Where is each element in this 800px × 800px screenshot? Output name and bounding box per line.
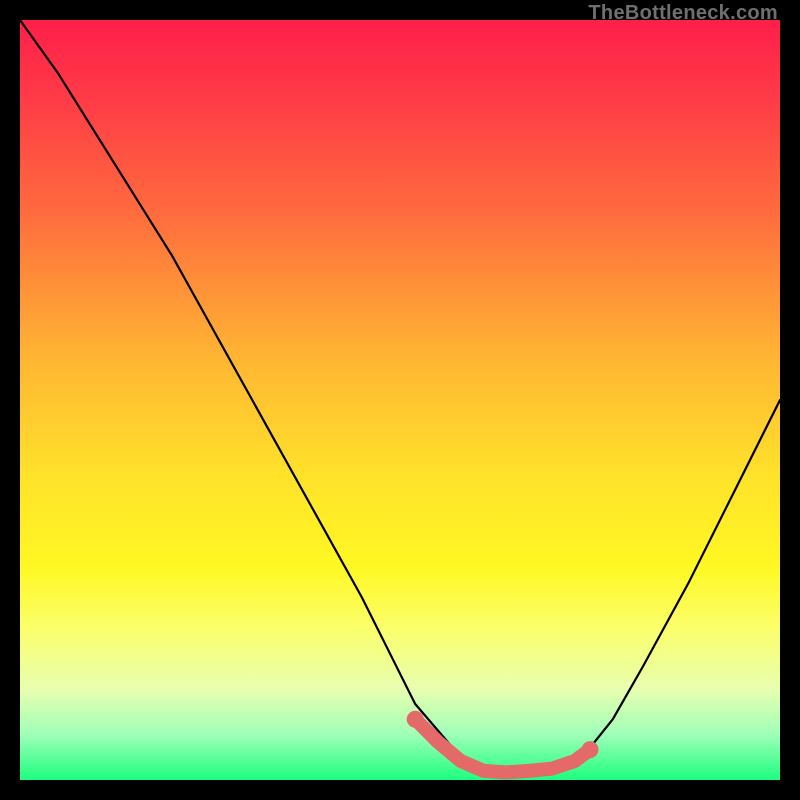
highlight-endpoint xyxy=(407,711,423,727)
highlight-path xyxy=(415,719,590,772)
chart-svg xyxy=(20,20,780,780)
plot-area xyxy=(20,20,780,780)
highlight-endpoint xyxy=(582,742,598,758)
bottleneck-curve xyxy=(20,20,780,772)
chart-frame xyxy=(20,20,780,780)
highlight-markers xyxy=(407,711,598,772)
attribution-text: TheBottleneck.com xyxy=(588,2,778,25)
